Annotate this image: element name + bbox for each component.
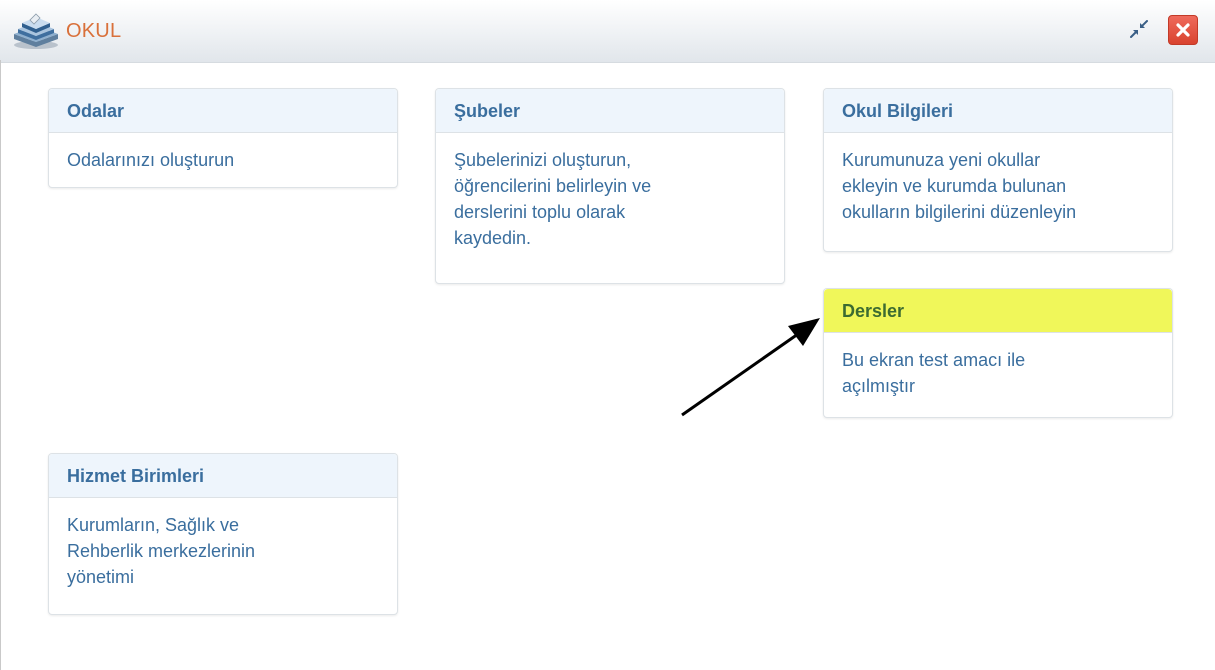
close-x-icon bbox=[1176, 23, 1190, 37]
card-description-line: açılmıştır bbox=[842, 376, 916, 396]
card-description-line: ekleyin ve kurumda bulunan bbox=[842, 176, 1067, 196]
card-title[interactable]: Okul Bilgileri bbox=[824, 89, 1172, 133]
card-title[interactable]: Şubeler bbox=[436, 89, 784, 133]
card-description-line: Odalarınızı oluşturun bbox=[67, 150, 235, 170]
card-hizmet-birimleri[interactable]: Hizmet Birimleri Kurumların, Sağlık ve R… bbox=[48, 453, 398, 615]
card-title[interactable]: Odalar bbox=[49, 89, 397, 133]
card-odalar[interactable]: Odalar Odalarınızı oluşturun bbox=[48, 88, 398, 188]
collapse-arrows-icon[interactable] bbox=[1128, 18, 1150, 40]
card-description: Odalarınızı oluşturun bbox=[49, 133, 397, 185]
arrow-icon bbox=[681, 318, 820, 417]
card-description: Bu ekran test amacı ile açılmıştır bbox=[824, 333, 1172, 411]
card-description-line: Kurumunuza yeni okullar bbox=[842, 150, 1041, 170]
card-description-line: Kurumların, Sağlık ve bbox=[67, 515, 240, 535]
window-border bbox=[0, 60, 1, 670]
card-description-line: Bu ekran test amacı ile bbox=[842, 350, 1026, 370]
card-subeler[interactable]: Şubeler Şubelerinizi oluşturun, öğrencil… bbox=[435, 88, 785, 284]
card-description: Şubelerinizi oluşturun, öğrencilerini be… bbox=[436, 133, 784, 263]
card-description-line: öğrencilerini belirleyin ve bbox=[454, 176, 652, 196]
window-titlebar: OKUL bbox=[0, 0, 1215, 63]
card-okul-bilgileri[interactable]: Okul Bilgileri Kurumunuza yeni okullar e… bbox=[823, 88, 1173, 252]
card-description-line: Rehberlik merkezlerinin bbox=[67, 541, 256, 561]
close-button[interactable] bbox=[1168, 15, 1198, 45]
card-title[interactable]: Dersler bbox=[824, 289, 1172, 333]
card-description-line: Şubelerinizi oluşturun, bbox=[454, 150, 632, 170]
card-dersler[interactable]: Dersler Bu ekran test amacı ile açılmışt… bbox=[823, 288, 1173, 418]
window-title: OKUL bbox=[66, 20, 122, 42]
card-description-line: okulların bilgilerini düzenleyin bbox=[842, 202, 1077, 222]
card-description-line: kaydedin. bbox=[454, 228, 532, 248]
card-title[interactable]: Hizmet Birimleri bbox=[49, 454, 397, 498]
card-description: Kurumların, Sağlık ve Rehberlik merkezle… bbox=[49, 498, 397, 602]
books-icon bbox=[14, 13, 58, 49]
card-description: Kurumunuza yeni okullar ekleyin ve kurum… bbox=[824, 133, 1172, 237]
card-description-line: yönetimi bbox=[67, 567, 135, 587]
card-description-line: derslerini toplu olarak bbox=[454, 202, 626, 222]
